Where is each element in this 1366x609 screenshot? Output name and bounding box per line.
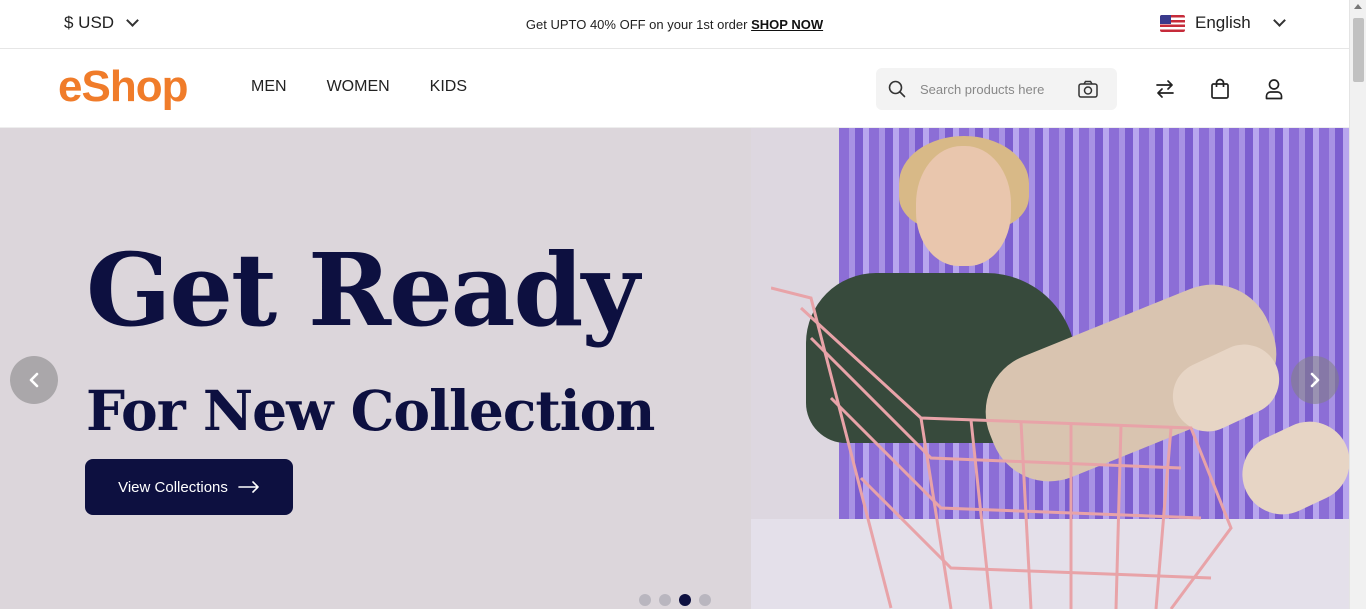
hero-image: [751, 128, 1349, 609]
promo-text: Get UPTO 40% OFF on your 1st order: [525, 17, 748, 32]
nav-link-women[interactable]: WOMEN: [327, 78, 390, 96]
chevron-down-icon: [1272, 14, 1286, 27]
nav-link-kids[interactable]: KIDS: [430, 78, 467, 96]
announcement-bar: $ USD Get UPTO 40% OFF on your 1st order…: [0, 0, 1349, 49]
hero-slider: Get Ready For New Collection View Collec…: [0, 128, 1349, 609]
hero-subtitle: For New Collection: [86, 378, 655, 443]
chevron-left-icon: [28, 372, 40, 388]
scroll-thumb[interactable]: [1353, 18, 1364, 82]
main-navbar: eShop MEN WOMEN KIDS: [0, 50, 1349, 128]
slider-dot[interactable]: [679, 594, 691, 606]
promo-banner: Get UPTO 40% OFF on your 1st order SHOP …: [0, 17, 1349, 32]
compare-icon[interactable]: [1154, 78, 1176, 100]
search-input[interactable]: [920, 81, 1070, 97]
model-head: [916, 146, 1011, 266]
logo[interactable]: eShop: [58, 62, 188, 112]
language-selector[interactable]: English: [1160, 13, 1286, 33]
slider-prev-button[interactable]: [10, 356, 58, 404]
scroll-up-icon[interactable]: [1354, 4, 1362, 9]
us-flag-icon: [1160, 14, 1185, 32]
shopping-cart-illustration: [771, 286, 1233, 609]
view-collections-button[interactable]: View Collections: [85, 459, 293, 515]
arrow-right-icon: [238, 481, 260, 493]
camera-icon[interactable]: [1078, 80, 1098, 98]
hero-title: Get Ready: [86, 231, 640, 349]
slider-dot[interactable]: [699, 594, 711, 606]
nav-link-men[interactable]: MEN: [251, 78, 287, 96]
slider-next-button[interactable]: [1291, 356, 1339, 404]
slider-dot[interactable]: [639, 594, 651, 606]
search-bar: [876, 68, 1117, 110]
language-label: English: [1195, 13, 1251, 32]
chevron-right-icon: [1309, 372, 1321, 388]
nav-icons: [1154, 78, 1284, 100]
logo-text: eShop: [58, 62, 188, 111]
slider-dot[interactable]: [659, 594, 671, 606]
bag-icon[interactable]: [1210, 78, 1230, 100]
nav-links: MEN WOMEN KIDS: [251, 78, 467, 96]
page-scrollbar[interactable]: [1349, 0, 1366, 609]
user-icon[interactable]: [1264, 78, 1284, 100]
cta-label: View Collections: [118, 478, 228, 496]
search-icon[interactable]: [888, 80, 906, 98]
shop-now-link[interactable]: SHOP NOW: [751, 17, 823, 32]
slider-dots: [639, 594, 711, 606]
